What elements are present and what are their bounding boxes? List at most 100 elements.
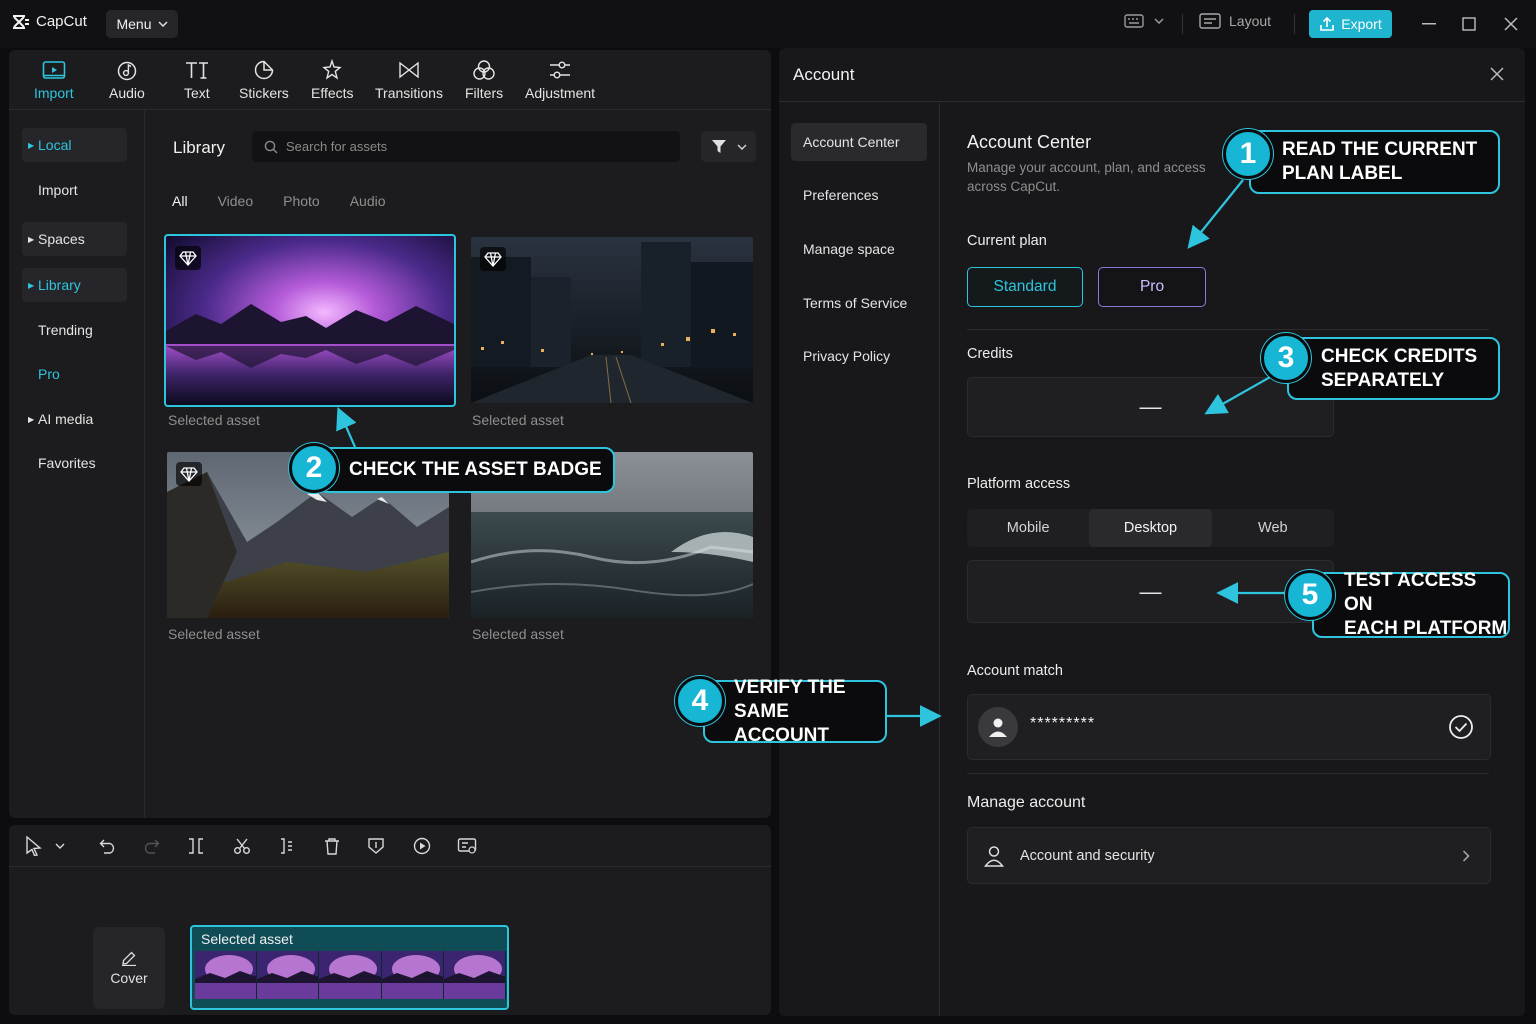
nav-account-center[interactable]: Account Center — [791, 123, 927, 161]
divider — [967, 773, 1489, 774]
split-icon[interactable] — [185, 835, 207, 857]
cover-button[interactable]: Cover — [93, 927, 165, 1009]
tool-adjustment[interactable]: Adjustment — [525, 58, 595, 101]
tool-audio[interactable]: Audio — [109, 58, 145, 101]
tab-photo[interactable]: Photo — [283, 193, 320, 209]
sidebar-item-trending[interactable]: Trending — [22, 313, 127, 347]
callout-3: CHECK CREDITS SEPARATELY — [1287, 337, 1500, 400]
stickers-icon — [252, 58, 276, 82]
tool-transitions[interactable]: Transitions — [375, 58, 443, 101]
platform-tab-web[interactable]: Web — [1212, 509, 1334, 547]
trim-icon[interactable] — [276, 835, 298, 857]
diamond-icon — [480, 247, 506, 271]
asset-caption: Selected asset — [168, 412, 260, 428]
timeline-panel: Cover Selected asset — [9, 825, 771, 1015]
nav-manage-space[interactable]: Manage space — [791, 230, 927, 268]
sidebar-item-label: Spaces — [38, 231, 85, 247]
tool-label: Import — [34, 85, 74, 101]
tab-all[interactable]: All — [172, 193, 188, 209]
delete-icon[interactable] — [321, 835, 343, 857]
tool-effects[interactable]: Effects — [311, 58, 354, 101]
callout-number: 2 — [289, 443, 339, 493]
menu-button[interactable]: Menu — [106, 10, 178, 38]
tool-stickers[interactable]: Stickers — [239, 58, 289, 101]
title-bar: CapCut Menu Layout Export — [0, 0, 1536, 48]
callout-number: 3 — [1261, 333, 1311, 383]
export-button[interactable]: Export — [1309, 10, 1392, 38]
effects-icon — [320, 58, 344, 82]
clip-frame — [195, 951, 258, 999]
clip-frames — [195, 951, 507, 999]
cursor-icon[interactable] — [23, 835, 45, 857]
timeline-clip[interactable]: Selected asset — [190, 925, 509, 1010]
sidebar-item-local[interactable]: ▶ Local — [22, 128, 127, 162]
tool-filters[interactable]: Filters — [465, 58, 503, 101]
scissors-icon[interactable] — [231, 835, 253, 857]
app-logo: CapCut — [12, 13, 87, 30]
nav-privacy-policy[interactable]: Privacy Policy — [791, 337, 927, 375]
ratio-dropdown[interactable] — [1124, 14, 1164, 28]
nav-terms-of-service[interactable]: Terms of Service — [791, 284, 927, 322]
tool-import[interactable]: Import — [34, 58, 74, 101]
sidebar-item-label: Pro — [38, 366, 60, 382]
sidebar-item-import[interactable]: Import — [22, 173, 127, 207]
minimize-icon[interactable] — [1419, 14, 1439, 34]
nav-preferences[interactable]: Preferences — [791, 176, 927, 214]
avatar — [978, 707, 1018, 747]
caret-right-icon: ▶ — [28, 234, 35, 244]
asset-thumbnail[interactable] — [164, 234, 456, 407]
user-outline-icon — [984, 845, 1004, 867]
sidebar-item-label: AI media — [38, 411, 94, 427]
clip-label: Selected asset — [201, 931, 293, 947]
callout-text: SEPARATELY — [1321, 369, 1445, 391]
tool-label: Filters — [465, 85, 504, 101]
callout-text: VERIFY THE — [734, 676, 846, 698]
credits-value: — — [967, 377, 1334, 437]
close-window-icon[interactable] — [1501, 14, 1521, 34]
chevron-down-icon[interactable] — [49, 835, 71, 857]
sidebar-item-pro[interactable]: Pro — [22, 357, 127, 391]
library-tabs: All Video Photo Audio — [172, 193, 416, 209]
filter-button[interactable] — [701, 131, 756, 162]
sidebar-item-spaces[interactable]: ▶ Spaces — [22, 222, 127, 256]
account-match-label: Account match — [967, 663, 1063, 679]
redo-icon — [140, 835, 162, 857]
asset-thumbnail[interactable] — [471, 237, 753, 403]
plan-standard-button[interactable]: Standard — [967, 267, 1083, 307]
play-circle-icon[interactable] — [411, 835, 433, 857]
account-match-row: ********* — [967, 694, 1491, 760]
sidebar-item-label: Trending — [38, 322, 93, 338]
export-icon — [1320, 16, 1335, 31]
platform-tab-desktop[interactable]: Desktop — [1089, 509, 1212, 547]
account-nav: Account Center Preferences Manage space … — [779, 103, 940, 1016]
plan-pro-button[interactable]: Pro — [1098, 267, 1206, 307]
callout-1: READ THE CURRENT PLAN LABEL — [1249, 130, 1500, 194]
sidebar-item-ai-media[interactable]: ▶ AI media — [22, 402, 127, 436]
menu-label: Menu — [116, 16, 152, 32]
tab-video[interactable]: Video — [218, 193, 254, 209]
edit-icon — [122, 951, 136, 966]
asset-caption: Selected asset — [472, 412, 564, 428]
app-name: CapCut — [36, 13, 87, 30]
search-input[interactable]: Search for assets — [252, 131, 680, 162]
freeze-frame-icon[interactable] — [456, 835, 478, 857]
layout-button[interactable]: Layout — [1199, 13, 1271, 29]
undo-icon[interactable] — [97, 835, 119, 857]
page-title: Account Center — [967, 132, 1092, 152]
platform-tab-mobile[interactable]: Mobile — [967, 509, 1089, 547]
tab-audio[interactable]: Audio — [350, 193, 386, 209]
sidebar-item-library[interactable]: ▶ Library — [22, 268, 127, 302]
maximize-icon[interactable] — [1459, 14, 1479, 34]
tool-text[interactable]: Text — [184, 58, 210, 101]
account-security-row[interactable]: Account and security — [967, 827, 1491, 884]
media-toolbar: Import Audio Text Stickers Effects Trans… — [9, 50, 771, 110]
sidebar-item-favorites[interactable]: Favorites — [22, 446, 127, 480]
transitions-icon — [397, 58, 421, 82]
close-icon[interactable] — [1489, 66, 1507, 84]
layout-icon — [1199, 13, 1221, 29]
tool-label: Adjustment — [525, 85, 596, 101]
tool-label: Stickers — [239, 85, 289, 101]
credits-label: Credits — [967, 346, 1013, 362]
caret-right-icon: ▶ — [28, 140, 35, 150]
shield-icon[interactable] — [365, 835, 387, 857]
